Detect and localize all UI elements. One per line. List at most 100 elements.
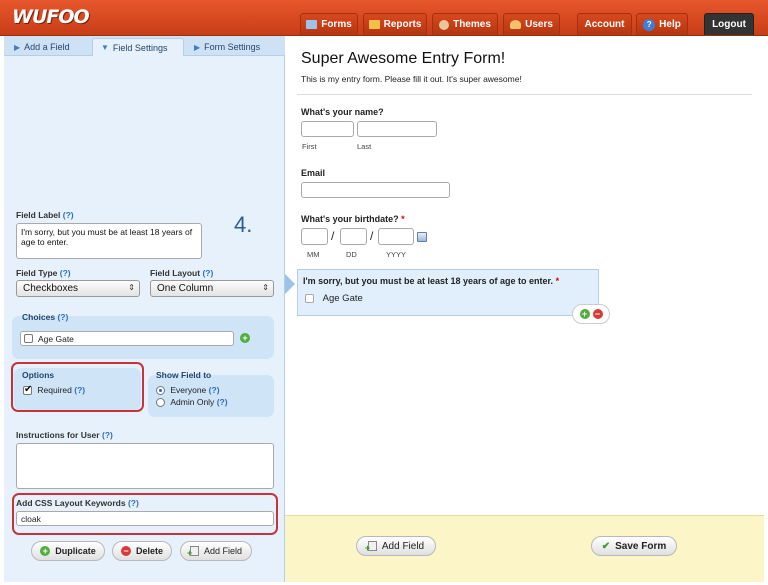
logout-button[interactable]: Logout [704, 13, 754, 35]
checkmark-icon: ✔ [601, 540, 611, 552]
everyone-help-link[interactable]: (?) [209, 385, 220, 395]
duplicate-button[interactable]: + Duplicate [31, 541, 105, 561]
admin-only-radio[interactable] [156, 398, 165, 408]
nav-tab-help-label: Help [659, 19, 681, 30]
add-field-below-icon[interactable]: + [579, 309, 590, 319]
tab-field-settings[interactable]: ▼ Field Settings [92, 38, 184, 56]
divider [297, 94, 752, 95]
instructions-textarea[interactable] [16, 443, 274, 489]
add-choice-icon[interactable]: + [240, 333, 250, 343]
css-keywords-title-text: Add CSS Layout Keywords [16, 498, 126, 508]
age-gate-label: Age Gate [322, 293, 363, 304]
everyone-radio[interactable] [156, 386, 165, 396]
palette-icon [439, 19, 450, 30]
nav-tab-forms[interactable]: Forms [300, 13, 358, 35]
birthdate-field-label[interactable]: What's your birthdate? * [301, 214, 405, 224]
age-question-label: I'm sorry, but you must be at least 18 y… [303, 276, 559, 286]
field-layout-title: Field Layout (?) [150, 268, 213, 278]
yyyy-sublabel: YYYY [386, 250, 407, 259]
mm-sublabel: MM [307, 250, 320, 259]
choice-input[interactable]: Age Gate [20, 331, 234, 346]
birthdate-mm-input[interactable] [301, 228, 328, 245]
everyone-label: Everyone [170, 385, 207, 395]
show-field-group [148, 375, 274, 417]
admin-only-option[interactable]: Admin Only (?) [156, 397, 228, 408]
add-field-button[interactable]: Add Field [356, 536, 436, 556]
wufoo-logo[interactable]: WUFOO [12, 6, 90, 28]
nav-tab-reports[interactable]: Reports [363, 13, 427, 35]
field-label-title: Field Label (?) [16, 210, 74, 220]
required-label: Required [37, 385, 72, 395]
last-name-input[interactable] [357, 121, 437, 137]
name-field-label[interactable]: What's your name? [301, 107, 384, 117]
nav-tab-themes[interactable]: Themes [432, 13, 498, 35]
last-sublabel: Last [357, 142, 372, 151]
tab-add-field[interactable]: ▶ Add a Field [6, 38, 90, 56]
selected-checkbox-field[interactable]: I'm sorry, but you must be at least 18 y… [297, 269, 599, 316]
left-panel-tabs: ▶ Add a Field ▼ Field Settings ▶ Form Se… [4, 36, 285, 56]
field-label-help-link[interactable]: (?) [63, 210, 74, 220]
field-type-help-link[interactable]: (?) [60, 268, 71, 278]
field-type-title-text: Field Type [16, 268, 58, 278]
add-page-icon [365, 541, 377, 553]
logout-label: Logout [712, 19, 746, 30]
css-keywords-input[interactable]: cloak [16, 511, 274, 526]
minus-circle-icon: − [120, 546, 131, 556]
remove-field-icon[interactable]: − [592, 309, 603, 319]
field-type-select[interactable]: Checkboxes ⇕ [16, 280, 140, 297]
field-label-textarea[interactable]: I'm sorry, but you must be at least 18 y… [16, 223, 202, 259]
delete-button[interactable]: − Delete [112, 541, 172, 561]
admin-only-help-link[interactable]: (?) [217, 397, 228, 407]
field-layout-select-value: One Column [157, 283, 214, 294]
calendar-icon[interactable] [417, 232, 427, 242]
birthdate-label-text: What's your birthdate? [301, 214, 399, 224]
required-option[interactable]: Required (?) [23, 384, 85, 396]
required-checkbox[interactable] [23, 384, 32, 396]
choices-help-link[interactable]: (?) [57, 312, 68, 322]
save-form-button[interactable]: ✔ Save Form [591, 536, 677, 556]
first-sublabel: First [302, 142, 317, 151]
add-field-label: Add Field [381, 540, 425, 552]
add-page-icon [187, 546, 199, 558]
age-question-text: I'm sorry, but you must be at least 18 y… [303, 276, 554, 286]
nav-tab-account-label: Account [584, 19, 625, 30]
required-help-link[interactable]: (?) [74, 385, 85, 395]
first-name-input[interactable] [301, 121, 354, 137]
email-field-label[interactable]: Email [301, 168, 325, 178]
email-input[interactable] [301, 182, 450, 198]
field-label-title-text: Field Label [16, 210, 61, 220]
add-field-left-label: Add Field [203, 546, 243, 556]
show-field-title: Show Field to [156, 370, 212, 380]
choices-title: Choices (?) [22, 312, 68, 322]
required-star: * [401, 214, 405, 224]
choice-input-value: Age Gate [38, 334, 74, 344]
date-separator: / [331, 229, 335, 243]
add-field-button-left[interactable]: Add Field [180, 541, 252, 561]
nav-tab-account[interactable]: Account [577, 13, 632, 35]
tab-form-settings[interactable]: ▶ Form Settings [186, 38, 281, 56]
everyone-option[interactable]: Everyone (?) [156, 385, 220, 396]
birthdate-yyyy-input[interactable] [378, 228, 414, 245]
form-title[interactable]: Super Awesome Entry Form! [301, 50, 505, 68]
choice-default-checkbox[interactable] [24, 334, 33, 343]
reports-icon [368, 20, 380, 29]
birthdate-dd-input[interactable] [340, 228, 367, 245]
field-settings-panel: ▶ Add a Field ▼ Field Settings ▶ Form Se… [4, 36, 285, 582]
instructions-help-link[interactable]: (?) [102, 430, 113, 440]
required-star: * [555, 276, 560, 286]
field-layout-select[interactable]: One Column ⇕ [150, 280, 274, 297]
age-gate-checkbox[interactable] [305, 293, 314, 303]
css-keywords-help-link[interactable]: (?) [128, 498, 139, 508]
select-arrows-icon: ⇕ [128, 283, 135, 292]
tab-add-field-label: Add a Field [24, 42, 70, 52]
nav-tab-users[interactable]: Users [503, 13, 560, 35]
field-layout-help-link[interactable]: (?) [202, 268, 213, 278]
selection-pointer [285, 274, 295, 294]
date-separator: / [370, 229, 374, 243]
nav-tab-forms-label: Forms [321, 19, 352, 30]
triangle-down-icon: ▼ [101, 43, 109, 52]
form-description[interactable]: This is my entry form. Please fill it ou… [301, 74, 522, 84]
age-gate-choice[interactable]: Age Gate [305, 293, 363, 304]
nav-tab-help[interactable]: ? Help [636, 13, 688, 35]
plus-circle-icon: + [40, 546, 51, 556]
